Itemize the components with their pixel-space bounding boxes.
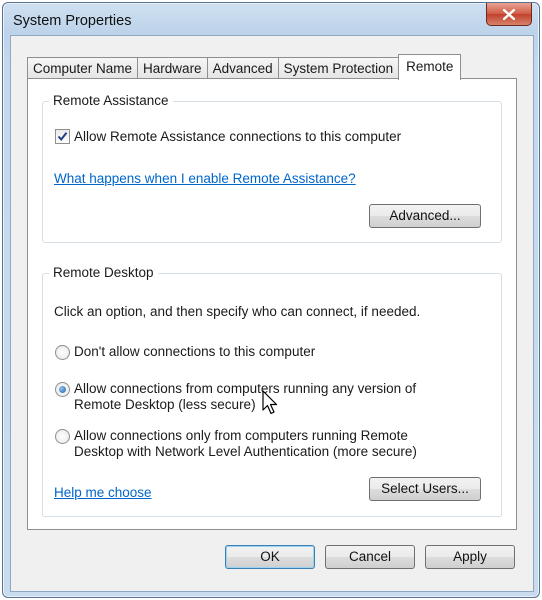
option-allow-any-label-line1[interactable]: Allow connections from computers running… bbox=[74, 380, 416, 397]
tab-strip: Computer Name Hardware Advanced System P… bbox=[27, 54, 462, 80]
allow-remote-assistance-checkbox[interactable] bbox=[55, 129, 70, 144]
option-allow-any-label-line2[interactable]: Remote Desktop (less secure) bbox=[74, 396, 256, 413]
remote-assistance-group: Remote Assistance Allow Remote Assistanc… bbox=[42, 93, 502, 243]
ok-button[interactable]: OK bbox=[225, 545, 315, 569]
cancel-button[interactable]: Cancel bbox=[325, 545, 415, 569]
apply-button[interactable]: Apply bbox=[425, 545, 515, 569]
tab-computer-name[interactable]: Computer Name bbox=[27, 57, 139, 80]
option-allow-nla-label-line1[interactable]: Allow connections only from computers ru… bbox=[74, 427, 408, 444]
remote-desktop-group-label: Remote Desktop bbox=[49, 265, 158, 281]
tab-remote[interactable]: Remote bbox=[398, 54, 462, 80]
select-users-button[interactable]: Select Users... bbox=[369, 477, 481, 501]
window-title: System Properties bbox=[13, 13, 132, 29]
advanced-button[interactable]: Advanced... bbox=[369, 204, 481, 228]
mouse-pointer-icon bbox=[262, 390, 278, 415]
remote-assistance-help-link[interactable]: What happens when I enable Remote Assist… bbox=[54, 170, 356, 187]
remote-desktop-instruction: Click an option, and then specify who ca… bbox=[54, 304, 421, 319]
checkmark-icon bbox=[57, 132, 68, 142]
remote-tab-panel: Remote Assistance Allow Remote Assistanc… bbox=[27, 78, 517, 530]
remote-assistance-group-label: Remote Assistance bbox=[49, 93, 173, 109]
radio-dont-allow[interactable] bbox=[55, 345, 70, 360]
tab-hardware[interactable]: Hardware bbox=[137, 57, 208, 80]
help-me-choose-link[interactable]: Help me choose bbox=[54, 484, 152, 501]
allow-remote-assistance-label[interactable]: Allow Remote Assistance connections to t… bbox=[74, 128, 401, 145]
radio-allow-any-version[interactable] bbox=[55, 382, 70, 397]
dialog-client-area: Computer Name Hardware Advanced System P… bbox=[10, 35, 534, 592]
tab-system-protection[interactable]: System Protection bbox=[277, 57, 400, 80]
radio-allow-nla-only[interactable] bbox=[55, 429, 70, 444]
close-icon bbox=[503, 8, 515, 20]
system-properties-window: System Properties Computer Name Hardware… bbox=[2, 2, 540, 598]
close-button[interactable] bbox=[486, 3, 532, 26]
option-allow-nla-label-line2[interactable]: Desktop with Network Level Authenticatio… bbox=[74, 443, 417, 460]
tab-advanced[interactable]: Advanced bbox=[206, 57, 279, 80]
option-dont-allow-label[interactable]: Don't allow connections to this computer bbox=[74, 343, 315, 360]
